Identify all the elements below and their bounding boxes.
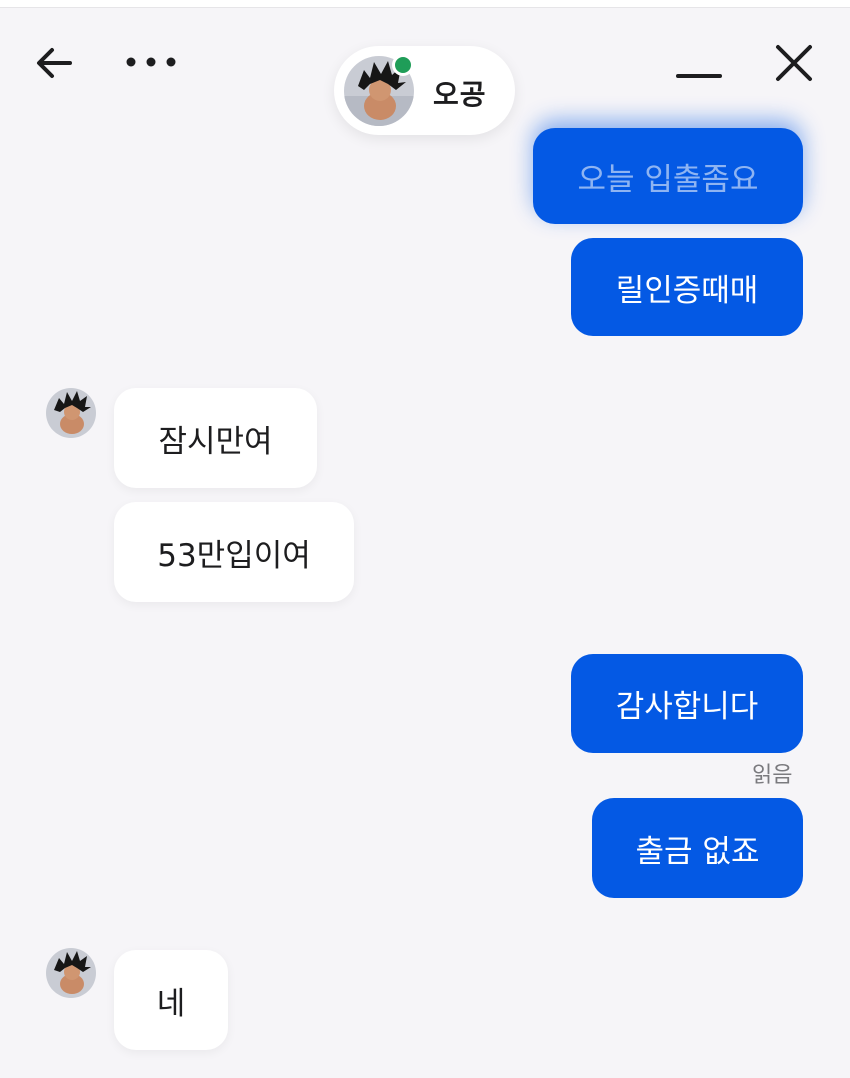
message-bubble-incoming[interactable]: 잠시만여 — [114, 388, 317, 488]
close-icon — [776, 45, 812, 81]
message-text: 네 — [156, 985, 186, 1022]
message-bubble-incoming[interactable]: 네 — [114, 950, 228, 1050]
message-bubble-outgoing[interactable]: 릴인증때매 — [571, 238, 803, 336]
message-text: 출금 없죠 — [635, 833, 760, 870]
contact-avatar-small[interactable] — [46, 948, 96, 998]
message-text: 감사합니다 — [615, 689, 759, 725]
back-button[interactable] — [30, 40, 80, 86]
more-options-button[interactable] — [122, 44, 180, 80]
message-bubble-outgoing[interactable]: 오늘 입출좀요 — [533, 128, 803, 224]
arrow-left-icon — [37, 48, 72, 78]
online-status-indicator — [392, 54, 414, 76]
close-button[interactable] — [770, 40, 818, 86]
message-bubble-outgoing[interactable]: 감사합니다 — [571, 654, 803, 753]
contact-header[interactable]: 오공 — [334, 46, 515, 135]
status-bar-divider — [0, 0, 850, 8]
message-text: 잠시만여 — [158, 423, 273, 460]
message-text: 릴인증때매 — [615, 272, 759, 309]
more-horizontal-icon — [126, 57, 176, 67]
message-text: 오늘 입출좀요 — [577, 161, 759, 198]
message-text: 53만입이여 — [157, 537, 311, 574]
contact-name: 오공 — [433, 78, 487, 111]
minimize-icon — [676, 74, 722, 78]
minimize-button[interactable] — [672, 46, 726, 86]
message-bubble-outgoing[interactable]: 출금 없죠 — [592, 798, 803, 898]
contact-avatar-small[interactable] — [46, 388, 96, 438]
read-receipt: 읽음 — [752, 763, 793, 788]
message-bubble-incoming[interactable]: 53만입이여 — [114, 502, 354, 602]
